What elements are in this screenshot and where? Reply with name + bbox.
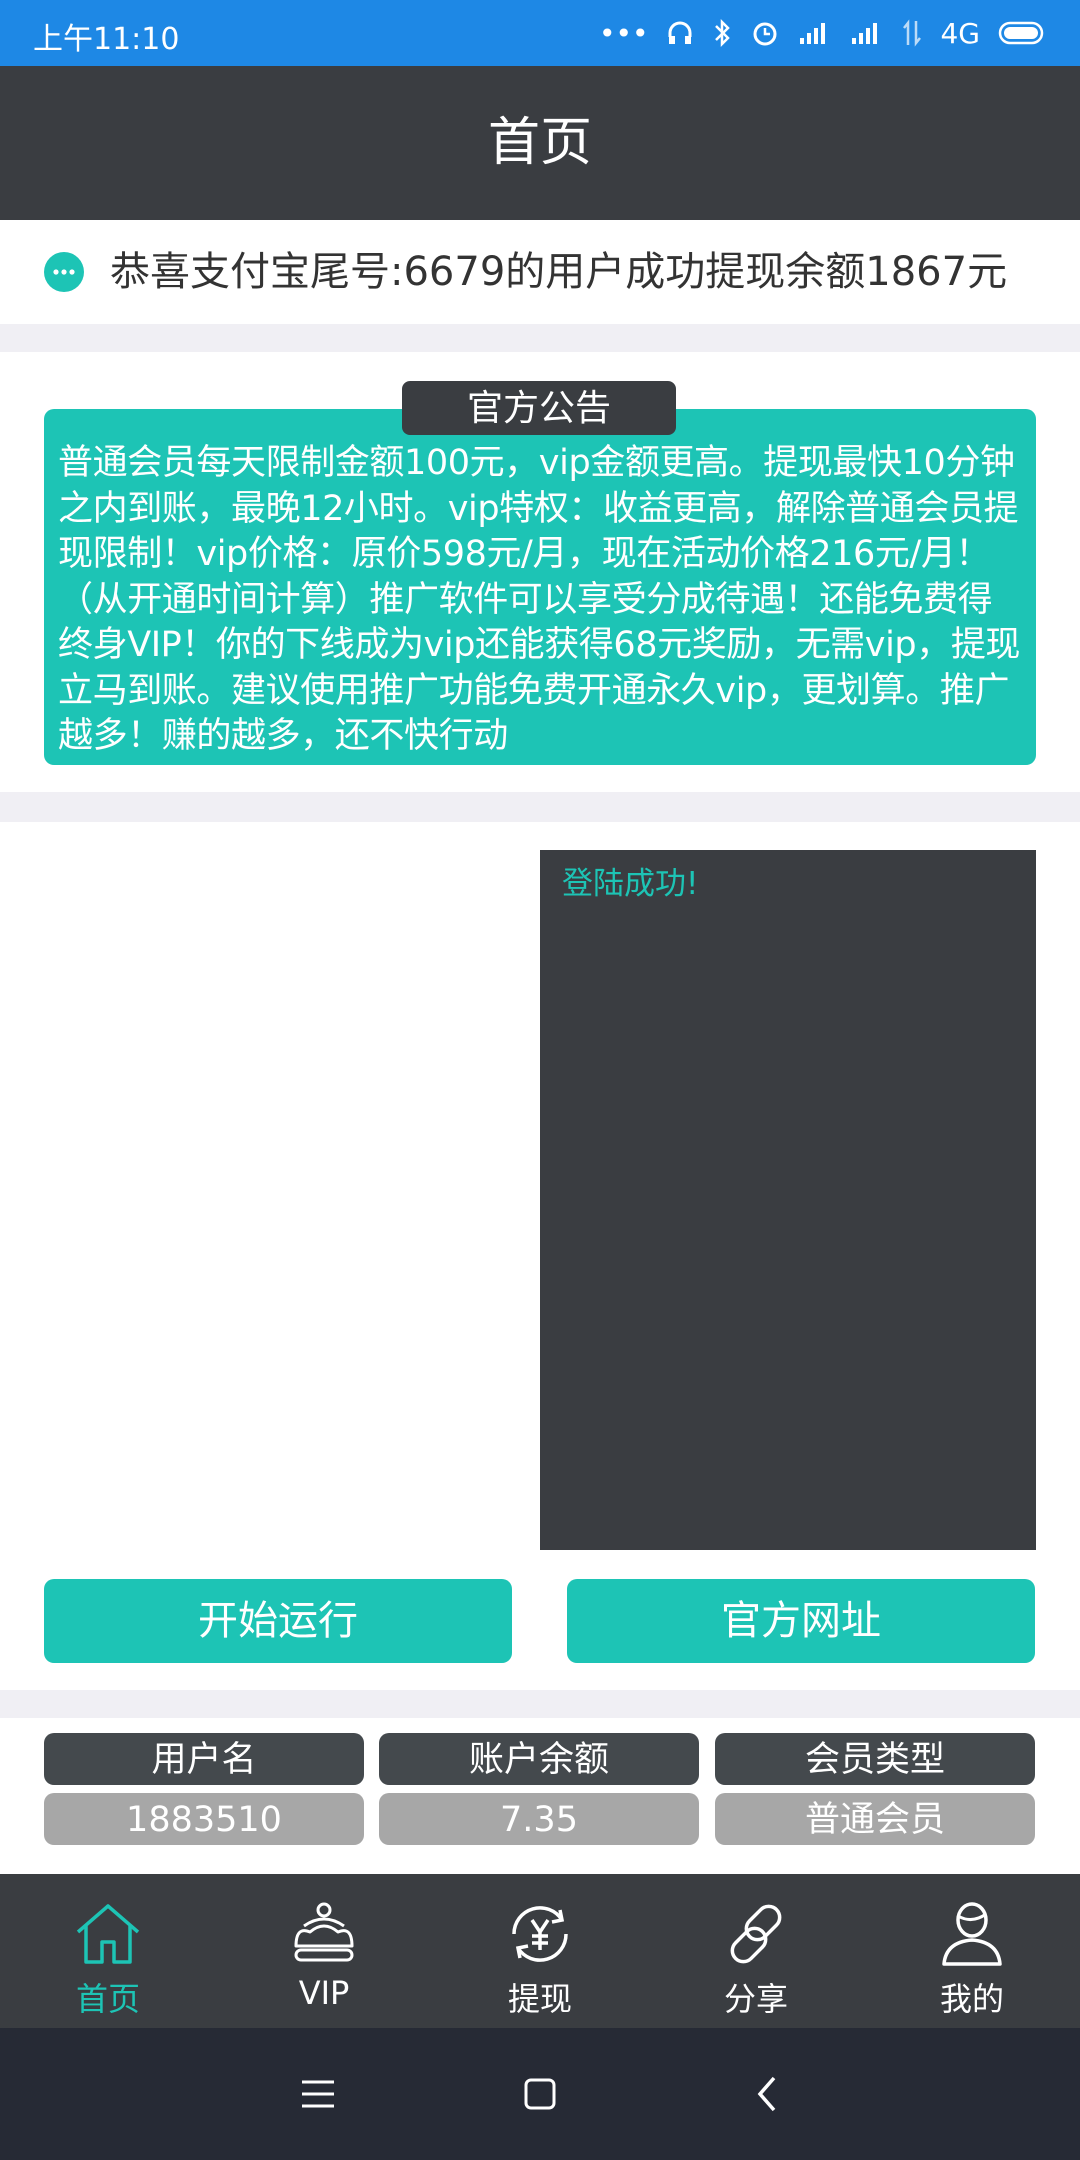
chat-bubble-icon: [44, 252, 84, 292]
alarm-icon: [753, 22, 777, 46]
system-nav-bar: [0, 2028, 1080, 2160]
back-icon[interactable]: [752, 2074, 782, 2114]
tab-home[interactable]: 首页: [0, 1874, 216, 2028]
official-site-button[interactable]: 官方网址: [567, 1579, 1035, 1663]
balance-value: 7.35: [379, 1793, 699, 1845]
username-header: 用户名: [44, 1733, 364, 1785]
member-type-header: 会员类型: [715, 1733, 1035, 1785]
tab-share[interactable]: 分享: [648, 1874, 864, 2028]
tab-withdraw-label: 提现: [507, 1980, 572, 2018]
bottom-tab-bar: 首页 VIP 提现 分享 我的: [0, 1874, 1080, 2028]
withdraw-ticker: 恭喜支付宝尾号:6679的用户成功提现余额1867元: [0, 220, 1080, 324]
status-bar: 上午11:10 ••• 4G: [0, 0, 1080, 66]
headphones-icon: [668, 21, 692, 44]
tab-home-label: 首页: [75, 1980, 140, 2018]
battery-icon: [998, 21, 1044, 45]
announcement-tag: 官方公告: [402, 381, 676, 435]
balance-header: 账户余额: [379, 1733, 699, 1785]
home-square-icon[interactable]: [522, 2074, 558, 2114]
tab-vip[interactable]: VIP: [216, 1874, 432, 2028]
home-icon: [76, 1904, 140, 1964]
page-title: 首页: [487, 113, 592, 173]
member-type-value: 普通会员: [715, 1793, 1035, 1845]
status-time: 上午11:10: [33, 22, 180, 57]
ticker-message: 恭喜支付宝尾号:6679的用户成功提现余额1867元: [110, 249, 1008, 295]
data-arrows-icon: [903, 19, 922, 47]
menu-icon[interactable]: [300, 2074, 336, 2114]
tab-share-label: 分享: [723, 1980, 788, 2018]
link-icon: [730, 1904, 782, 1964]
title-bar: 首页: [0, 66, 1080, 220]
log-line: 登陆成功!: [562, 866, 699, 902]
tab-vip-label: VIP: [298, 1974, 350, 2012]
start-button[interactable]: 开始运行: [44, 1579, 512, 1663]
username-value: 1883510: [44, 1793, 364, 1845]
announcement-text: 普通会员每天限制金额100元，vip金额更高。提现最快10分钟之内到账，最晚12…: [58, 443, 1021, 756]
tab-mine[interactable]: 我的: [864, 1874, 1080, 2028]
network-type: 4G: [940, 16, 980, 50]
withdraw-yen-icon: [512, 1906, 568, 1962]
user-icon: [942, 1902, 1002, 1966]
signal-icon-2: [852, 23, 878, 44]
tab-withdraw[interactable]: 提现: [432, 1874, 648, 2028]
crown-icon: [294, 1902, 354, 1962]
log-panel: 登陆成功!: [540, 850, 1036, 1550]
bluetooth-icon: [715, 18, 731, 48]
more-dots-icon: •••: [598, 16, 649, 50]
status-icons: ••• 4G: [599, 12, 1046, 54]
signal-icon: [800, 23, 826, 44]
tab-mine-label: 我的: [939, 1980, 1004, 2018]
